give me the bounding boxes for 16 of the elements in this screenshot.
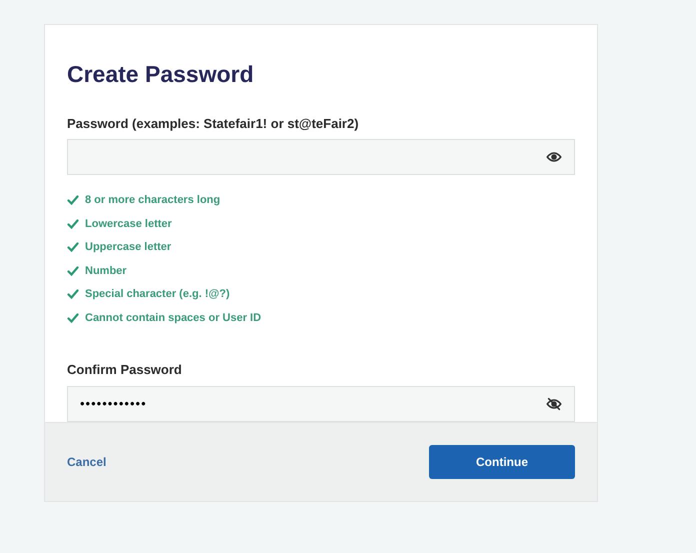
field-label: Password (examples: Statefair1! or st@teFair2) — [67, 114, 359, 133]
requirement-text: 8 or more characters long — [85, 193, 220, 208]
requirement-text: Lowercase letter — [85, 216, 172, 232]
eye-slash-icon[interactable] — [546, 396, 562, 412]
requirement-text: Special character (e.g. !@?) — [85, 287, 230, 302]
continue-button[interactable]: Continue — [429, 444, 575, 479]
eye-icon[interactable] — [546, 149, 562, 165]
masked-value: •••••••••••• — [80, 394, 147, 413]
dialog-title: Create Password — [67, 60, 254, 89]
requirement-text: Number — [85, 264, 127, 278]
requirement-text: Uppercase letter — [85, 240, 172, 255]
requirement-text: Cannot contain spaces or User ID — [85, 310, 262, 326]
password-field[interactable] — [67, 139, 575, 175]
cancel-link[interactable]: Cancel — [67, 452, 106, 471]
field-label: Confirm Password — [67, 361, 182, 379]
password-field[interactable]: •••••••••••• — [67, 386, 575, 422]
